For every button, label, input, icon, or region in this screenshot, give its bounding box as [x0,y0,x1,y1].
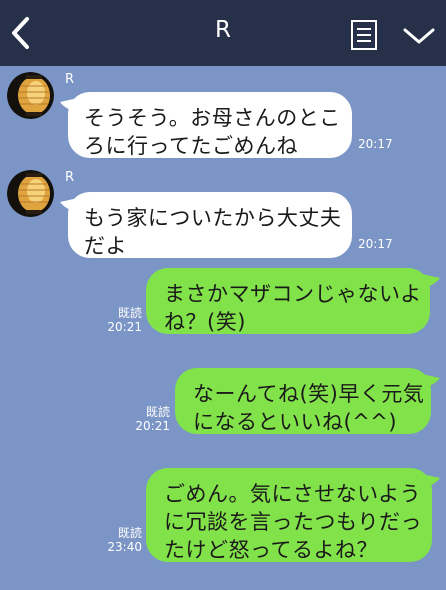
bubble-tail [422,374,440,388]
avatar[interactable] [7,72,54,119]
notes-icon[interactable] [350,19,378,51]
sender-name: R [65,170,75,185]
message-bubble[interactable]: そうそう。お母さんのとこ ろに行ってたごめんね [68,92,352,158]
message-bubble[interactable]: もう家についたから大丈夫 だよ [68,192,352,258]
message-line: まさかマザコンじゃないよ [164,282,422,306]
message-time: 23:40 [107,540,142,554]
chat-header: R [0,0,446,66]
message-time: 20:21 [107,320,142,334]
message-bubble[interactable]: まさかマザコンじゃないよ ね？(笑) [146,268,430,334]
chevron-left-icon[interactable] [6,13,36,53]
message-line: たけど怒ってるよね？ [164,538,378,562]
sender-name: R [65,72,75,87]
read-label: 既読 [117,306,142,320]
message-bubble[interactable]: なーんてね(笑)早く元気 になるといいね(^^) [175,368,431,434]
chevron-down-icon[interactable] [402,24,436,48]
read-receipt: 既読 20:21 [100,306,142,334]
message-line: だよ [84,234,127,258]
chat-title: R [215,17,231,43]
message-line: ろに行ってたごめんね [84,134,298,158]
message-line: そうそう。お母さんのとこ [84,106,341,130]
read-receipt: 既読 23:40 [100,526,142,554]
message-bubble[interactable]: ごめん。気にさせないよう に冗談を言ったつもりだっ たけど怒ってるよね？ [146,468,432,562]
message-time: 20:17 [358,137,393,151]
message-line: もう家についたから大丈夫 [84,206,342,230]
message-line: ね？(笑) [164,310,246,334]
message-line: に冗談を言ったつもりだっ [164,510,422,534]
read-receipt: 既読 20:21 [128,405,170,433]
bubble-tail [422,274,440,288]
message-line: なーんてね(笑)早く元気 [193,382,425,406]
message-time: 20:17 [358,237,393,251]
read-label: 既読 [145,405,170,419]
message-time: 20:21 [135,419,170,433]
bubble-tail [422,474,440,488]
message-line: になるといいね(^^) [193,410,398,434]
read-label: 既読 [117,526,142,540]
avatar[interactable] [7,170,54,217]
message-line: ごめん。気にさせないよう [164,482,422,506]
